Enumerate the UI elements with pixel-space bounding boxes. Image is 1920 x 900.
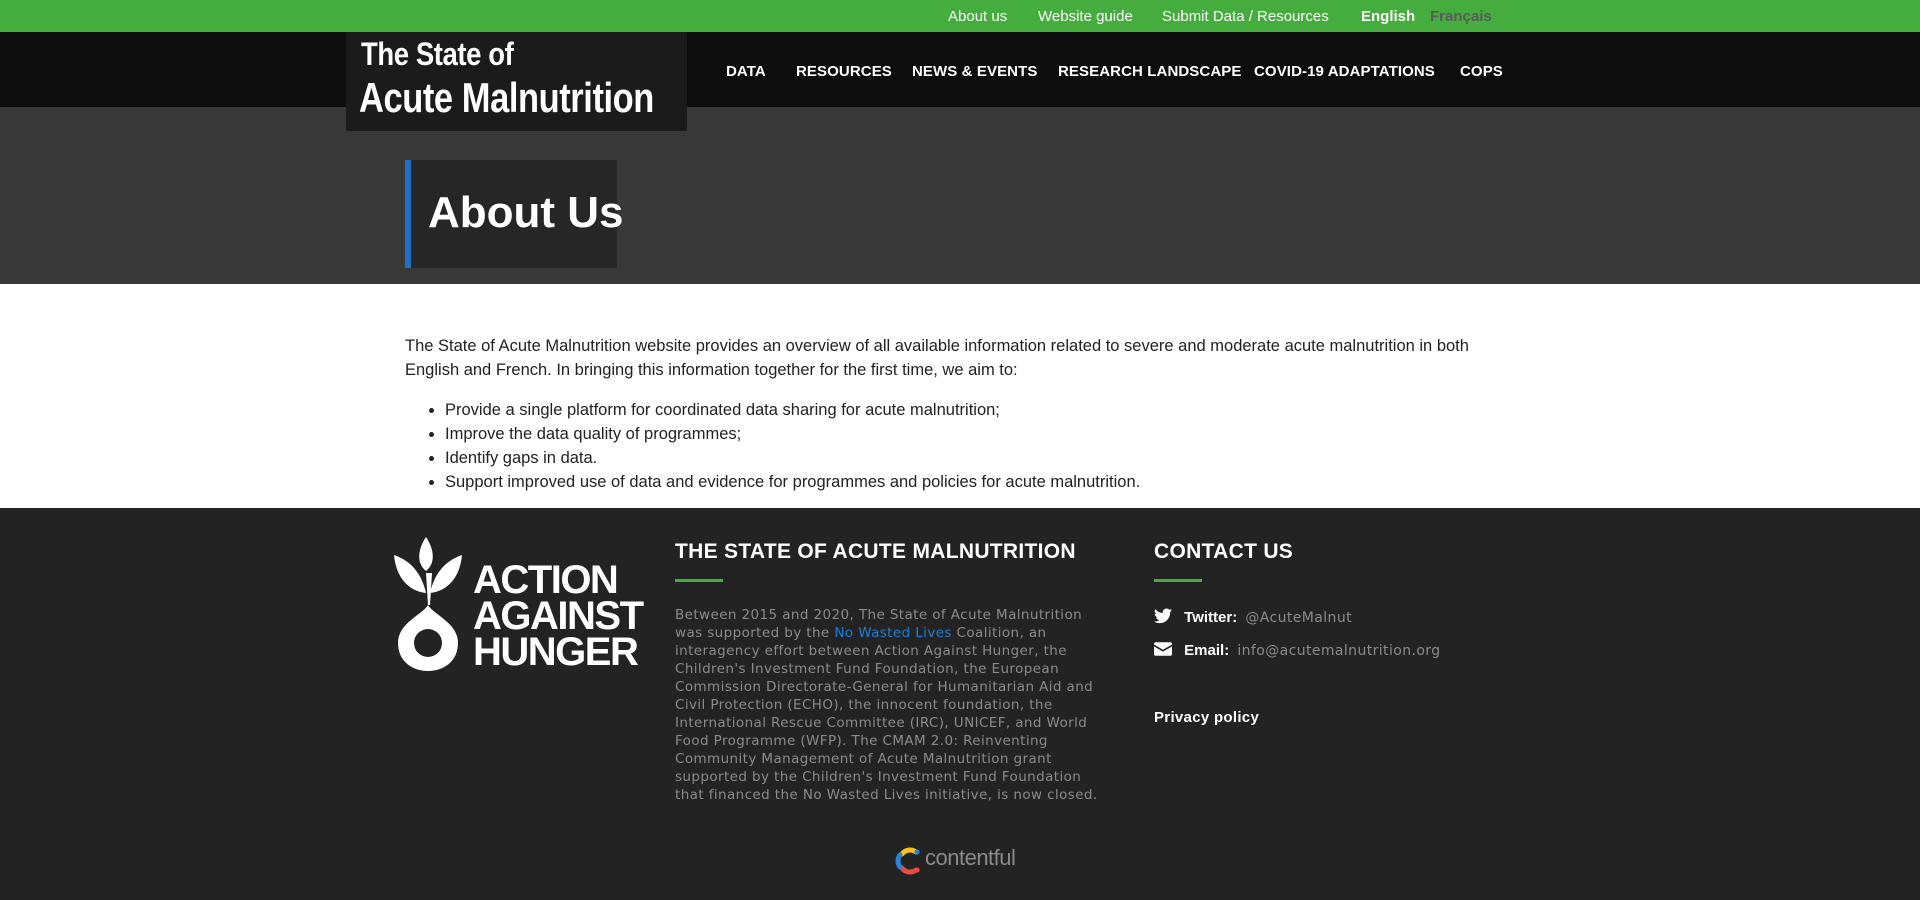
aah-line-2: AGAINST — [473, 594, 644, 638]
nav-data[interactable]: DATA — [726, 63, 766, 80]
about-text-part-2: Coalition, an interagency effort between… — [675, 625, 1098, 803]
page-title: About Us — [428, 188, 624, 237]
footer-about-rule — [675, 579, 723, 582]
nav-covid-adaptations[interactable]: COVID-19 ADAPTATIONS — [1254, 63, 1435, 80]
aah-line-3: HUNGER — [473, 630, 639, 674]
list-item: Improve the data quality of programmes; — [445, 422, 1140, 446]
action-against-hunger-icon — [394, 537, 462, 671]
website-guide-link[interactable]: Website guide — [1038, 8, 1133, 25]
language-english-link[interactable]: English — [1361, 8, 1415, 25]
language-french-link[interactable]: Français — [1430, 8, 1492, 25]
page-hero — [0, 107, 1920, 284]
privacy-policy-link[interactable]: Privacy policy — [1154, 709, 1259, 726]
twitter-label: Twitter: — [1184, 609, 1238, 626]
main-content: The State of Acute Malnutrition website … — [0, 284, 1920, 508]
twitter-handle-link[interactable]: @AcuteMalnut — [1245, 610, 1352, 626]
twitter-contact: Twitter: @AcuteMalnut — [1154, 608, 1352, 626]
top-utility-bar: About us Website guide Submit Data / Res… — [0, 0, 1920, 32]
submit-data-link[interactable]: Submit Data / Resources — [1162, 8, 1329, 25]
nav-cops[interactable]: COPS — [1460, 63, 1503, 80]
aims-list: Provide a single platform for coordinate… — [445, 398, 1140, 494]
envelope-icon — [1154, 642, 1172, 656]
nav-research-landscape[interactable]: RESEARCH LANDSCAPE — [1058, 63, 1242, 80]
twitter-icon — [1154, 608, 1172, 624]
footer-contact-heading: CONTACT US — [1154, 540, 1294, 563]
logo-line-1: The State of — [361, 36, 514, 72]
email-label: Email: — [1184, 642, 1230, 659]
contentful-wordmark: contentful — [925, 845, 1016, 870]
list-item: Identify gaps in data. — [445, 446, 1140, 470]
page-title-box: About Us — [405, 160, 624, 268]
footer-contact-rule — [1154, 579, 1202, 582]
email-contact: Email: info@acutemalnutrition.org — [1154, 642, 1441, 659]
list-item: Provide a single platform for coordinate… — [445, 398, 1140, 422]
intro-paragraph: The State of Acute Malnutrition website … — [405, 337, 1469, 379]
email-address-link[interactable]: info@acutemalnutrition.org — [1237, 643, 1440, 659]
logo-line-2: Acute Malnutrition — [359, 74, 654, 121]
contentful-logo — [895, 847, 920, 875]
no-wasted-lives-link[interactable]: No Wasted Lives — [834, 625, 952, 641]
nav-resources[interactable]: RESOURCES — [796, 63, 892, 80]
nav-news-events[interactable]: NEWS & EVENTS — [912, 63, 1037, 80]
aah-line-1: ACTION — [473, 558, 619, 602]
footer-about-heading: THE STATE OF ACUTE MALNUTRITION — [675, 540, 1076, 563]
site-logo[interactable]: The State of Acute Malnutrition — [346, 32, 687, 131]
about-us-link[interactable]: About us — [948, 8, 1007, 25]
list-item: Support improved use of data and evidenc… — [445, 470, 1140, 494]
footer-about-text: Between 2015 and 2020, The State of Acut… — [675, 606, 1105, 804]
aah-wordmark: ACTION AGAINST HUNGER — [473, 558, 644, 674]
